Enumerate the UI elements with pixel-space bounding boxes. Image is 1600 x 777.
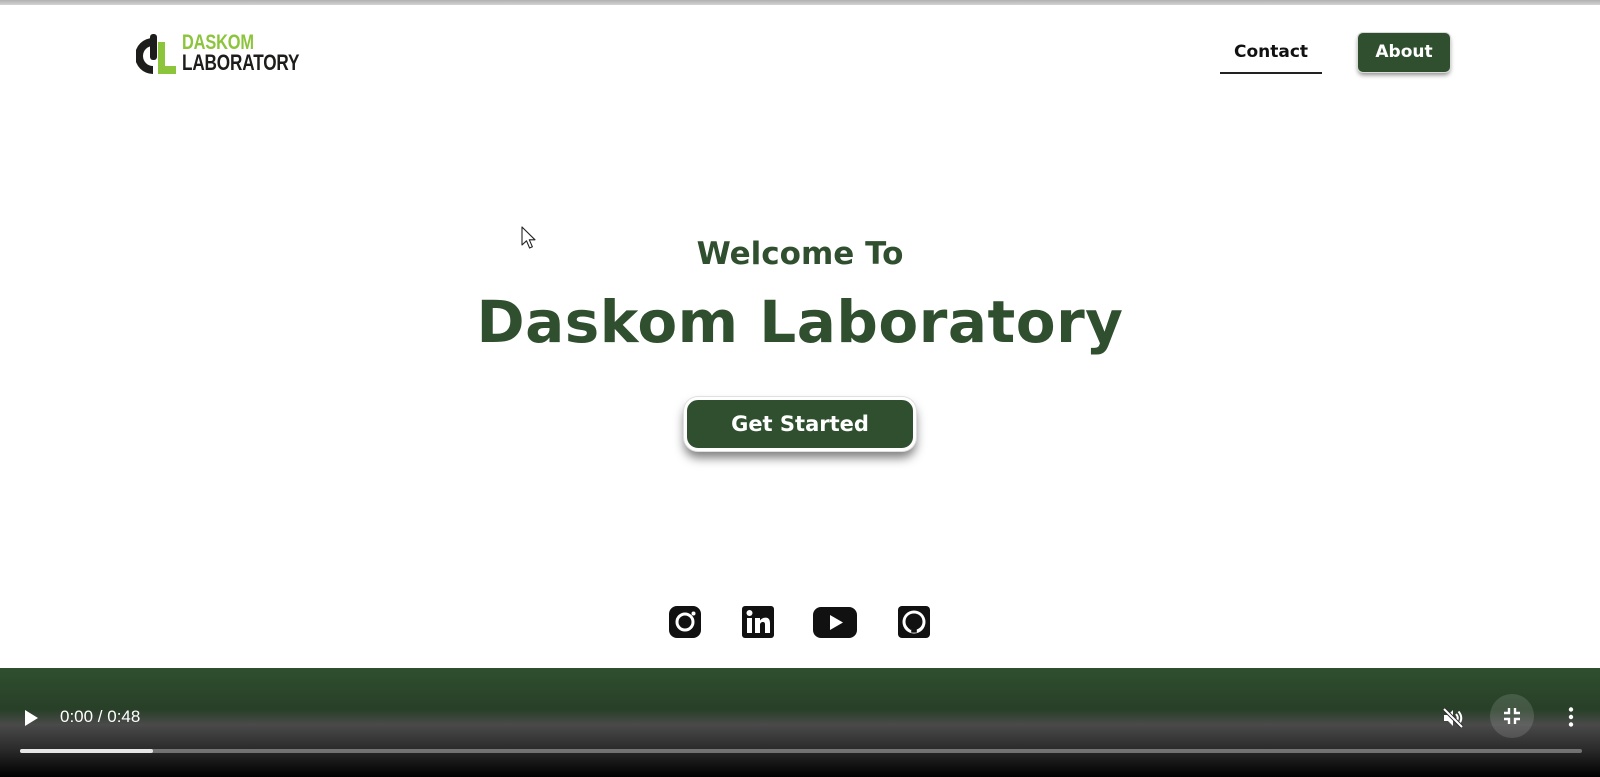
video-controls: [0, 668, 1600, 777]
hero-title: Daskom Laboratory: [476, 288, 1124, 356]
nav-contact-link[interactable]: Contact: [1220, 40, 1322, 74]
logo-mark-icon: [136, 34, 176, 74]
youtube-icon: [813, 607, 857, 638]
video-progress-fill: [20, 749, 153, 753]
linkedin-icon: [742, 606, 774, 638]
top-border: [0, 0, 1600, 5]
more-options-icon: [1568, 707, 1574, 727]
nav-about-button[interactable]: About: [1358, 33, 1450, 72]
linkedin-link[interactable]: [741, 604, 775, 640]
welcome-heading: Welcome To: [696, 236, 904, 272]
get-started-button[interactable]: Get Started: [684, 397, 916, 451]
github-link[interactable]: [897, 604, 931, 640]
logo-text-laboratory: LABORATORY: [182, 50, 300, 75]
exit-fullscreen-icon: [1504, 708, 1520, 724]
more-options-button[interactable]: [1567, 706, 1575, 732]
mute-button[interactable]: [1441, 706, 1465, 734]
instagram-icon: [669, 606, 701, 638]
page: DASKOM LABORATORY Contact About Welcome …: [0, 0, 1600, 777]
video-time: 0:00 / 0:48: [60, 707, 141, 726]
logo[interactable]: DASKOM LABORATORY: [136, 30, 299, 76]
github-icon: [898, 606, 930, 638]
muted-volume-icon: [1442, 707, 1464, 729]
instagram-link[interactable]: [668, 604, 702, 640]
play-icon: [25, 710, 38, 726]
video-progress-bar[interactable]: [20, 749, 1582, 753]
youtube-link[interactable]: [812, 604, 858, 640]
play-button[interactable]: [22, 709, 40, 731]
exit-fullscreen-glyph[interactable]: [1503, 707, 1521, 729]
